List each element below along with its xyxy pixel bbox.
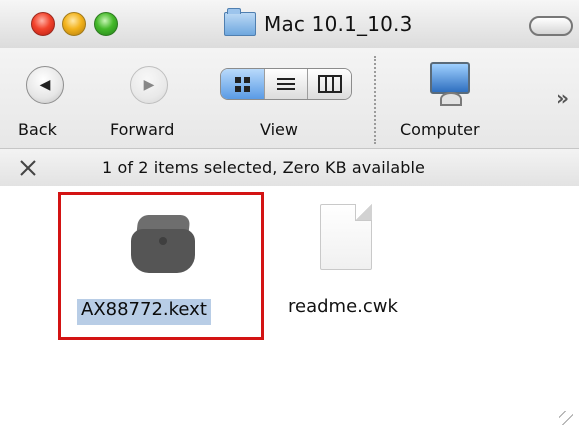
title-bar: Mac 10.1_10.3 [0, 0, 579, 49]
file-browser: AX88772.kext readme.cwk [0, 186, 579, 431]
forward-icon: ▶︎ [130, 66, 168, 104]
toolbar-toggle-button[interactable] [529, 16, 573, 36]
computer-icon [430, 62, 470, 94]
column-view-button[interactable] [308, 69, 351, 99]
zoom-button[interactable] [94, 12, 118, 36]
document-icon [320, 204, 372, 270]
icon-view-button[interactable] [221, 69, 265, 99]
icon-view-icon [234, 76, 250, 92]
toolbar-separator [374, 56, 376, 144]
toolbar: ◀︎ Back ▶︎ Forward View Computer » [0, 48, 579, 148]
computer-label: Computer [400, 120, 480, 139]
file-label-selected: AX88772.kext [77, 299, 211, 325]
file-label: readme.cwk [288, 296, 398, 317]
toolbar-overflow-button[interactable]: » [556, 86, 569, 110]
status-bar: 1 of 2 items selected, Zero KB available [0, 148, 579, 188]
computer-button[interactable] [430, 62, 470, 106]
close-button[interactable] [31, 12, 55, 36]
window-title: Mac 10.1_10.3 [264, 12, 413, 36]
file-item-ax88772-kext[interactable]: AX88772.kext [58, 192, 264, 340]
window-title-group: Mac 10.1_10.3 [224, 8, 413, 38]
folder-icon [224, 8, 256, 36]
back-icon: ◀︎ [26, 66, 64, 104]
list-view-button[interactable] [264, 69, 309, 99]
forward-label: Forward [110, 120, 175, 139]
forward-button[interactable]: ▶︎ [130, 66, 168, 104]
kext-bundle-icon [131, 215, 195, 273]
back-button[interactable]: ◀︎ [26, 66, 64, 104]
pencil-disabled-icon [20, 160, 36, 176]
resize-grip[interactable] [559, 411, 573, 425]
file-item-readme-cwk[interactable]: readme.cwk [288, 192, 438, 340]
status-text: 1 of 2 items selected, Zero KB available [102, 158, 425, 177]
back-label: Back [18, 120, 57, 139]
view-label: View [260, 120, 298, 139]
list-view-icon [277, 78, 295, 90]
minimize-button[interactable] [62, 12, 86, 36]
view-switcher [220, 68, 352, 100]
column-view-icon [317, 75, 342, 93]
